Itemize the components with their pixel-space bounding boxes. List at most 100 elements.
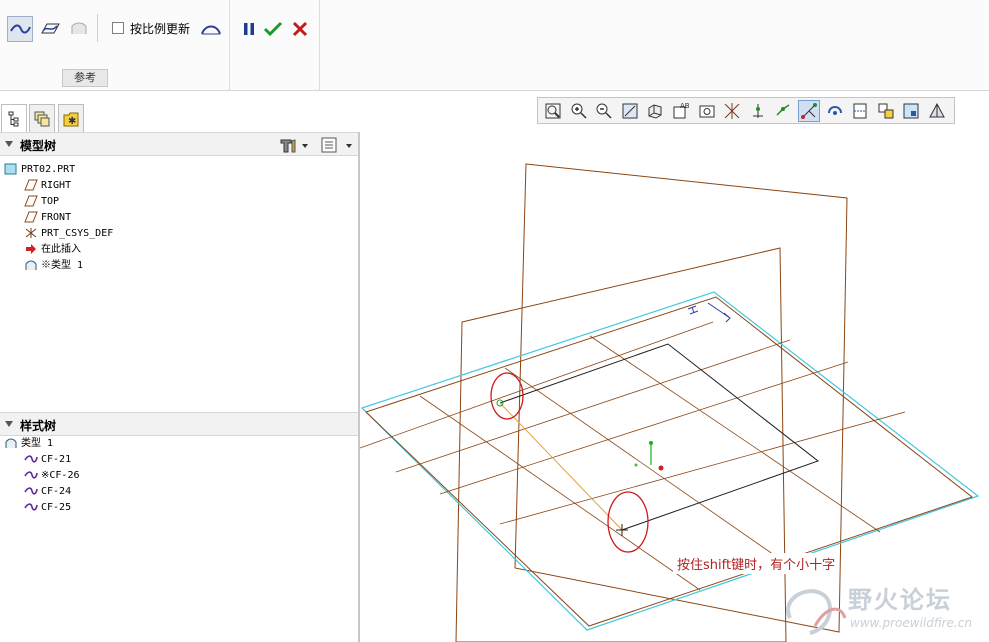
watermark-text: 野火论坛 [848, 586, 952, 614]
confirm-button[interactable] [260, 16, 286, 42]
tree-item[interactable]: CF-25 [24, 500, 71, 516]
annotation-button[interactable] [849, 100, 871, 122]
part-icon [4, 163, 18, 175]
ribbon-separator [97, 14, 98, 42]
settings-icon[interactable] [278, 136, 308, 157]
curve-tool-button[interactable] [7, 16, 33, 42]
tree-item[interactable]: 类型 1 [4, 436, 53, 452]
style-feature-icon [24, 259, 38, 271]
datum-plane-front[interactable] [455, 247, 787, 642]
view-manager-button[interactable] [696, 100, 718, 122]
point-display-button[interactable] [772, 100, 794, 122]
section-button[interactable] [198, 16, 224, 42]
zoom-in-icon [571, 103, 587, 119]
annotation-icon [853, 103, 867, 119]
favorites-icon: ✱ [63, 112, 79, 127]
tree-item-label: ※类型 1 [41, 260, 84, 271]
pause-button[interactable] [236, 16, 262, 42]
tree-item-label: CF-24 [41, 486, 72, 497]
surface-button[interactable] [66, 16, 92, 42]
curve-icon [24, 469, 38, 481]
section-icon [201, 25, 221, 35]
refit-button[interactable] [542, 100, 564, 122]
tree-item[interactable]: PRT02.PRT [4, 162, 75, 178]
layers-tab[interactable] [29, 104, 55, 132]
repaint-button[interactable] [619, 100, 641, 122]
datum-plane-icon [24, 179, 38, 191]
csys-display-icon [801, 103, 817, 119]
style-tree-header: 样式树 [0, 412, 358, 436]
tree-item[interactable]: TOP [24, 194, 59, 210]
collapse-triangle-icon[interactable] [5, 421, 13, 427]
watermark-url: www.proewildfire.cn [850, 616, 972, 630]
model-tree-tab[interactable] [1, 104, 27, 133]
zoom-in-button[interactable] [568, 100, 590, 122]
spin-center-icon [827, 106, 842, 115]
svg-text:✱: ✱ [68, 116, 76, 127]
model-tree-title: 模型树 [20, 139, 57, 153]
csys-y-tip [649, 441, 653, 445]
pause-icon [244, 23, 254, 35]
plane-curve-icon [41, 23, 60, 34]
svg-text:AB: AB [680, 102, 690, 110]
curve-segment[interactable] [499, 402, 623, 531]
tree-item[interactable]: CF-21 [24, 452, 71, 468]
section-view-button[interactable] [900, 100, 922, 122]
zoom-out-icon [596, 103, 612, 119]
navigator-icon [878, 103, 894, 119]
tree-item-label: 类型 1 [21, 438, 54, 449]
view-manager-icon [699, 105, 715, 118]
tree-item-label: RIGHT [41, 180, 72, 191]
ribbon-group-label: 参考 [62, 69, 108, 87]
check-icon [263, 21, 283, 37]
saved-views-icon: AB [673, 102, 690, 119]
tree-item[interactable]: CF-24 [24, 484, 71, 500]
csys-z-tip [634, 463, 638, 467]
tree-item[interactable]: PRT_CSYS_DEF [24, 226, 113, 242]
curve-icon [24, 501, 38, 513]
axis-display-button[interactable] [747, 100, 769, 122]
refit-icon [545, 103, 561, 119]
plane-curve-button[interactable] [37, 16, 63, 42]
favorites-tab[interactable]: ✱ [58, 104, 84, 132]
navigator-button[interactable] [875, 100, 897, 122]
csys-display-button[interactable] [798, 100, 820, 122]
csys-icon [24, 227, 38, 239]
plane-grid [360, 321, 906, 591]
tree-item-label: TOP [41, 196, 60, 207]
tree-item[interactable]: ※类型 1 [24, 258, 83, 274]
cancel-button[interactable] [287, 16, 313, 42]
datum-display-icon [724, 103, 740, 119]
tree-item[interactable]: FRONT [24, 210, 71, 226]
view-toolbar: AB [537, 97, 955, 124]
tree-item-label: CF-21 [41, 454, 72, 465]
zoom-out-button[interactable] [593, 100, 615, 122]
display-style-button[interactable] [644, 100, 666, 122]
datum-display-button[interactable] [721, 100, 743, 122]
spin-center-button[interactable] [824, 100, 846, 122]
scale-update-checkbox[interactable] [112, 22, 124, 34]
repaint-icon [622, 103, 638, 119]
ribbon: 按比例更新 参考 [0, 0, 989, 91]
style-curve-rectangle[interactable] [499, 343, 820, 531]
surface-icon [71, 22, 87, 34]
collapse-triangle-icon[interactable] [5, 141, 13, 147]
highlight-circle [490, 372, 524, 420]
csys-x-tip [658, 465, 664, 471]
tree-item[interactable]: 在此插入 [24, 242, 81, 258]
style-tree-title: 样式树 [20, 419, 57, 433]
perspective-button[interactable] [926, 100, 948, 122]
cancel-icon [292, 21, 308, 37]
curve-icon [10, 24, 31, 34]
insert-arrow-icon [24, 243, 38, 255]
tree-item[interactable]: ※CF-26 [24, 468, 79, 484]
point-display-icon [776, 104, 790, 116]
saved-views-button[interactable]: AB [670, 100, 692, 122]
navigator-panel: 模型树 PRT02.PRT RIGHT TOP FRONT PRT_CSYS_DEF 在此… [0, 132, 360, 642]
tree-item[interactable]: RIGHT [24, 178, 71, 194]
tree-item-label: PRT02.PRT [21, 164, 76, 175]
show-menu-icon[interactable] [320, 136, 356, 157]
tree-item-label: 在此插入 [41, 244, 81, 255]
style-feature-icon [4, 437, 18, 449]
ribbon-group-reference: 按比例更新 参考 [0, 0, 230, 90]
